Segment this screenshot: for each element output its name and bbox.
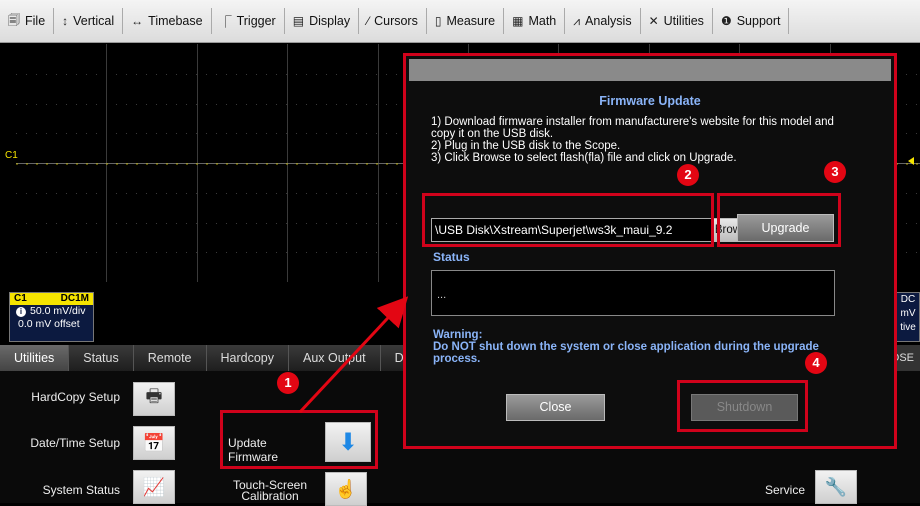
- annotation-badge-2: 2: [677, 164, 699, 186]
- annotation-badge-4: 4: [805, 352, 827, 374]
- annotation-badge-1: 1: [277, 372, 299, 394]
- annotation-badge-3: 3: [824, 161, 846, 183]
- annotation-arrow: [298, 296, 409, 414]
